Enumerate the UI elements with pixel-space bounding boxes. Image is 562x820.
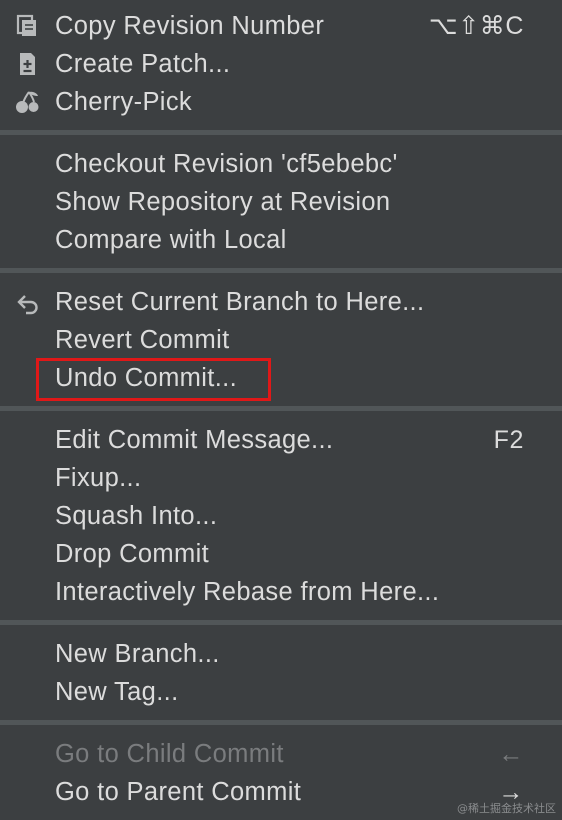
menu-item-new-branch[interactable]: New Branch... [0,635,562,673]
patch-icon [20,53,35,75]
menu-item-label: Copy Revision Number [55,12,325,40]
menu-separator [0,268,562,273]
menu-item-checkout-revision[interactable]: Checkout Revision 'cf5ebebc' [0,145,562,183]
menu-item-create-patch[interactable]: Create Patch... [0,45,562,83]
cherry-icon [16,91,39,113]
left-arrow-icon: ← [498,740,524,768]
git-log-context-menu: Copy Revision Number ⌥⇧⌘C Create Patch..… [0,0,562,820]
menu-item-go-to-child-commit: Go to Child Commit ← [0,735,562,773]
menu-item-label: Cherry-Pick [55,88,193,116]
menu-item-label: Go to Child Commit [55,740,284,768]
menu-separator [0,720,562,725]
menu-item-copy-revision-number[interactable]: Copy Revision Number ⌥⇧⌘C [0,7,562,45]
menu-item-label: Squash Into... [55,502,218,530]
menu-item-new-tag[interactable]: New Tag... [0,673,562,711]
menu-item-reset-current-branch[interactable]: Reset Current Branch to Here... [0,283,562,321]
menu-separator [0,406,562,411]
undo-arrow-icon [17,295,38,315]
menu-item-label: New Branch... [55,640,220,668]
copy-icon [16,14,36,36]
menu-item-interactively-rebase[interactable]: Interactively Rebase from Here... [0,573,562,611]
menu-item-squash-into[interactable]: Squash Into... [0,497,562,535]
menu-item-label: Reset Current Branch to Here... [55,288,425,316]
menu-item-fixup[interactable]: Fixup... [0,459,562,497]
menu-item-label: Fixup... [55,464,142,492]
menu-item-drop-commit[interactable]: Drop Commit [0,535,562,573]
menu-item-label: Revert Commit [55,326,230,354]
menu-item-edit-commit-message[interactable]: Edit Commit Message... F2 [0,421,562,459]
menu-separator [0,130,562,135]
menu-item-revert-commit[interactable]: Revert Commit [0,321,562,359]
menu-item-label: Compare with Local [55,226,287,254]
menu-item-label: New Tag... [55,678,179,706]
menu-item-label: Interactively Rebase from Here... [55,578,440,606]
menu-item-label: Create Patch... [55,50,231,78]
menu-item-label: Edit Commit Message... [55,426,334,454]
menu-item-shortcut: F2 [493,426,524,454]
menu-item-cherry-pick[interactable]: Cherry-Pick [0,83,562,121]
menu-item-label: Drop Commit [55,540,210,568]
menu-item-shortcut: ⌥⇧⌘C [428,12,524,40]
menu-separator [0,620,562,625]
menu-item-show-repository-at-revision[interactable]: Show Repository at Revision [0,183,562,221]
menu-item-label: Checkout Revision 'cf5ebebc' [55,150,398,178]
menu-item-compare-with-local[interactable]: Compare with Local [0,221,562,259]
menu-item-label: Show Repository at Revision [55,188,391,216]
menu-item-label: Go to Parent Commit [55,778,302,806]
watermark: @稀土掘金技术社区 [457,802,556,815]
undo-commit-highlight-box [36,358,271,401]
